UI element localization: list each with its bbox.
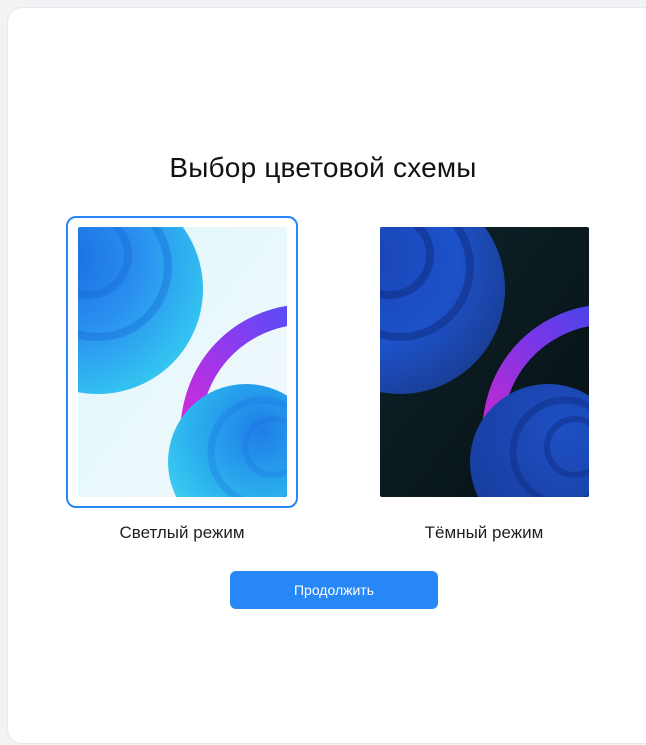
light-theme-preview [78, 227, 287, 497]
dialog-title: Выбор цветовой схемы [169, 152, 477, 183]
theme-option-light[interactable] [66, 216, 298, 508]
theme-option-dark[interactable] [368, 216, 600, 508]
dark-theme-preview [380, 227, 589, 497]
dark-mode-label: Тёмный режим [424, 523, 544, 542]
light-mode-label: Светлый режим [119, 523, 245, 542]
continue-button[interactable]: Продолжить [230, 571, 438, 609]
